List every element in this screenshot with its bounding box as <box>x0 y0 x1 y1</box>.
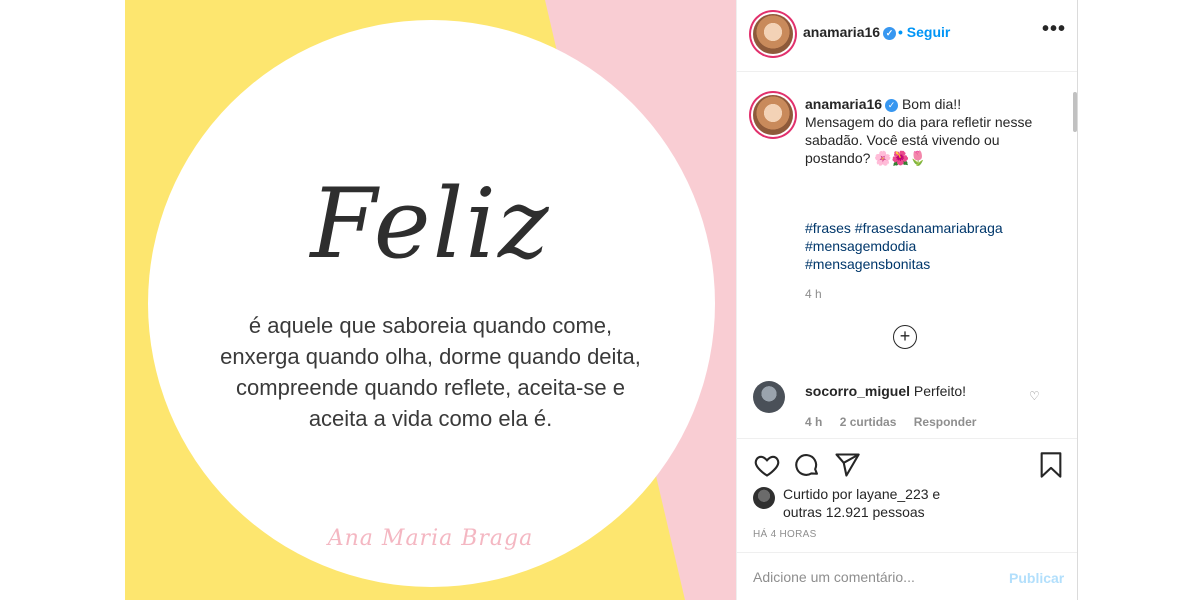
likes-summary-line[interactable]: outras 12.921 pessoas <box>783 503 983 521</box>
comments-area[interactable]: anamaria16 ✓ Bom dia!! Mensagem do dia pa… <box>737 73 1077 438</box>
caption-line: Mensagem do dia para refletir nesse <box>805 114 1033 130</box>
caption-line: Bom dia!! <box>901 96 962 112</box>
comment-likes-count[interactable]: 2 curtidas <box>840 415 897 429</box>
reply-button[interactable]: Responder <box>914 415 977 429</box>
quote-line: enxerga quando olha, dorme quando deita, <box>220 344 641 369</box>
comment-bubble-icon[interactable] <box>793 451 821 479</box>
add-comment-bar: Publicar <box>737 552 1077 600</box>
hashtag-link[interactable]: #mensagemdodia <box>805 237 1055 255</box>
publish-button[interactable]: Publicar <box>1009 570 1064 586</box>
caption-line: postando? 🌸🌺🌷 <box>805 150 927 166</box>
caption-username[interactable]: anamaria16 <box>805 96 882 112</box>
more-options-icon[interactable]: ••• <box>1042 18 1066 41</box>
hashtag-link[interactable]: #mensagensbonitas <box>805 255 1055 273</box>
post-side-panel: anamaria16 ✓ • Seguir ••• anamaria16 ✓ Bom… <box>736 0 1078 600</box>
instagram-post-view: Feliz é aquele que saboreia quando come,… <box>0 0 1200 600</box>
comment-like-heart-icon[interactable]: ♡ <box>1029 389 1040 403</box>
comment-body: Perfeito! <box>913 383 967 399</box>
author-avatar[interactable] <box>753 14 793 54</box>
comment-input[interactable] <box>753 565 993 589</box>
load-more-comments-icon[interactable]: + <box>893 325 917 349</box>
signature-watermark: Ana Maria Braga <box>327 526 534 551</box>
comment-timestamp[interactable]: 4 h <box>805 415 822 429</box>
caption-timestamp[interactable]: 4 h <box>805 287 822 301</box>
verified-badge-icon: ✓ <box>883 26 897 40</box>
bookmark-icon[interactable] <box>1037 451 1065 479</box>
white-circle <box>148 20 715 587</box>
headline-text: Feliz <box>310 168 551 280</box>
follow-button[interactable]: • Seguir <box>898 24 950 40</box>
comment: socorro_miguel Perfeito! <box>805 383 966 399</box>
quote-line: compreende quando reflete, aceita-se e <box>236 375 625 400</box>
caption-avatar[interactable] <box>753 95 793 135</box>
post-header: anamaria16 ✓ • Seguir ••• <box>737 0 1077 72</box>
caption: anamaria16 ✓ Bom dia!! Mensagem do dia pa… <box>805 95 1055 167</box>
caption-line: sabadão. Você está vivendo ou <box>805 132 1000 148</box>
post-image: Feliz é aquele que saboreia quando come,… <box>125 0 736 600</box>
commenter-avatar[interactable] <box>753 381 785 413</box>
likes-summary-line[interactable]: Curtido por layane_223 e <box>783 485 983 503</box>
hashtags: #frases #frasesdanamariabraga #mensagemd… <box>805 219 1055 273</box>
liked-by-avatar[interactable] <box>753 487 775 509</box>
comment-meta: 4 h 2 curtidas Responder <box>805 415 990 429</box>
heart-icon[interactable] <box>753 451 781 479</box>
quote-line: é aquele que saboreia quando come, <box>248 313 613 338</box>
post-timestamp[interactable]: HÁ 4 HORAS <box>753 529 817 540</box>
comments-scrollbar[interactable] <box>1073 92 1077 132</box>
paper-plane-icon[interactable] <box>833 451 861 479</box>
author-username[interactable]: anamaria16 ✓ <box>803 24 897 40</box>
verified-badge-icon: ✓ <box>885 98 899 112</box>
quote-text: é aquele que saboreia quando come, enxer… <box>125 310 736 434</box>
commenter-username[interactable]: socorro_miguel <box>805 383 910 399</box>
hashtag-link[interactable]: #frases #frasesdanamariabraga <box>805 219 1055 237</box>
likes-summary[interactable]: Curtido por layane_223 e outras 12.921 p… <box>783 485 983 521</box>
quote-line: aceita a vida como ela é. <box>308 406 553 431</box>
author-username-text[interactable]: anamaria16 <box>803 24 880 40</box>
